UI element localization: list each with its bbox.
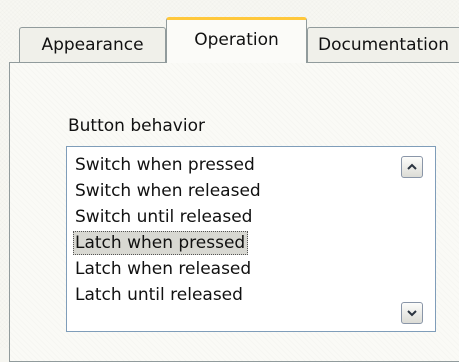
chevron-up-icon — [407, 163, 417, 171]
tab-operation[interactable]: Operation — [166, 17, 307, 63]
button-behavior-listbox[interactable]: Switch when pressed Switch when released… — [66, 146, 436, 332]
list-item[interactable]: Switch until released — [73, 205, 255, 229]
tab-label: Operation — [194, 29, 279, 50]
list-item[interactable]: Switch when pressed — [73, 153, 258, 177]
tab-label: Appearance — [41, 35, 144, 55]
list-item[interactable]: Latch until released — [73, 283, 246, 307]
list-item[interactable]: Switch when released — [73, 179, 264, 203]
tab-documentation[interactable]: Documentation — [307, 27, 459, 62]
scroll-up-button[interactable] — [401, 156, 423, 178]
button-behavior-label: Button behavior — [68, 116, 205, 136]
tab-label: Documentation — [318, 35, 450, 55]
listbox-items: Switch when pressed Switch when released… — [73, 153, 393, 309]
list-item[interactable]: Latch when pressed — [73, 231, 249, 255]
tab-appearance[interactable]: Appearance — [19, 27, 166, 62]
list-item[interactable]: Latch when released — [73, 257, 254, 281]
scroll-down-button[interactable] — [401, 302, 423, 324]
chevron-down-icon — [407, 309, 417, 317]
